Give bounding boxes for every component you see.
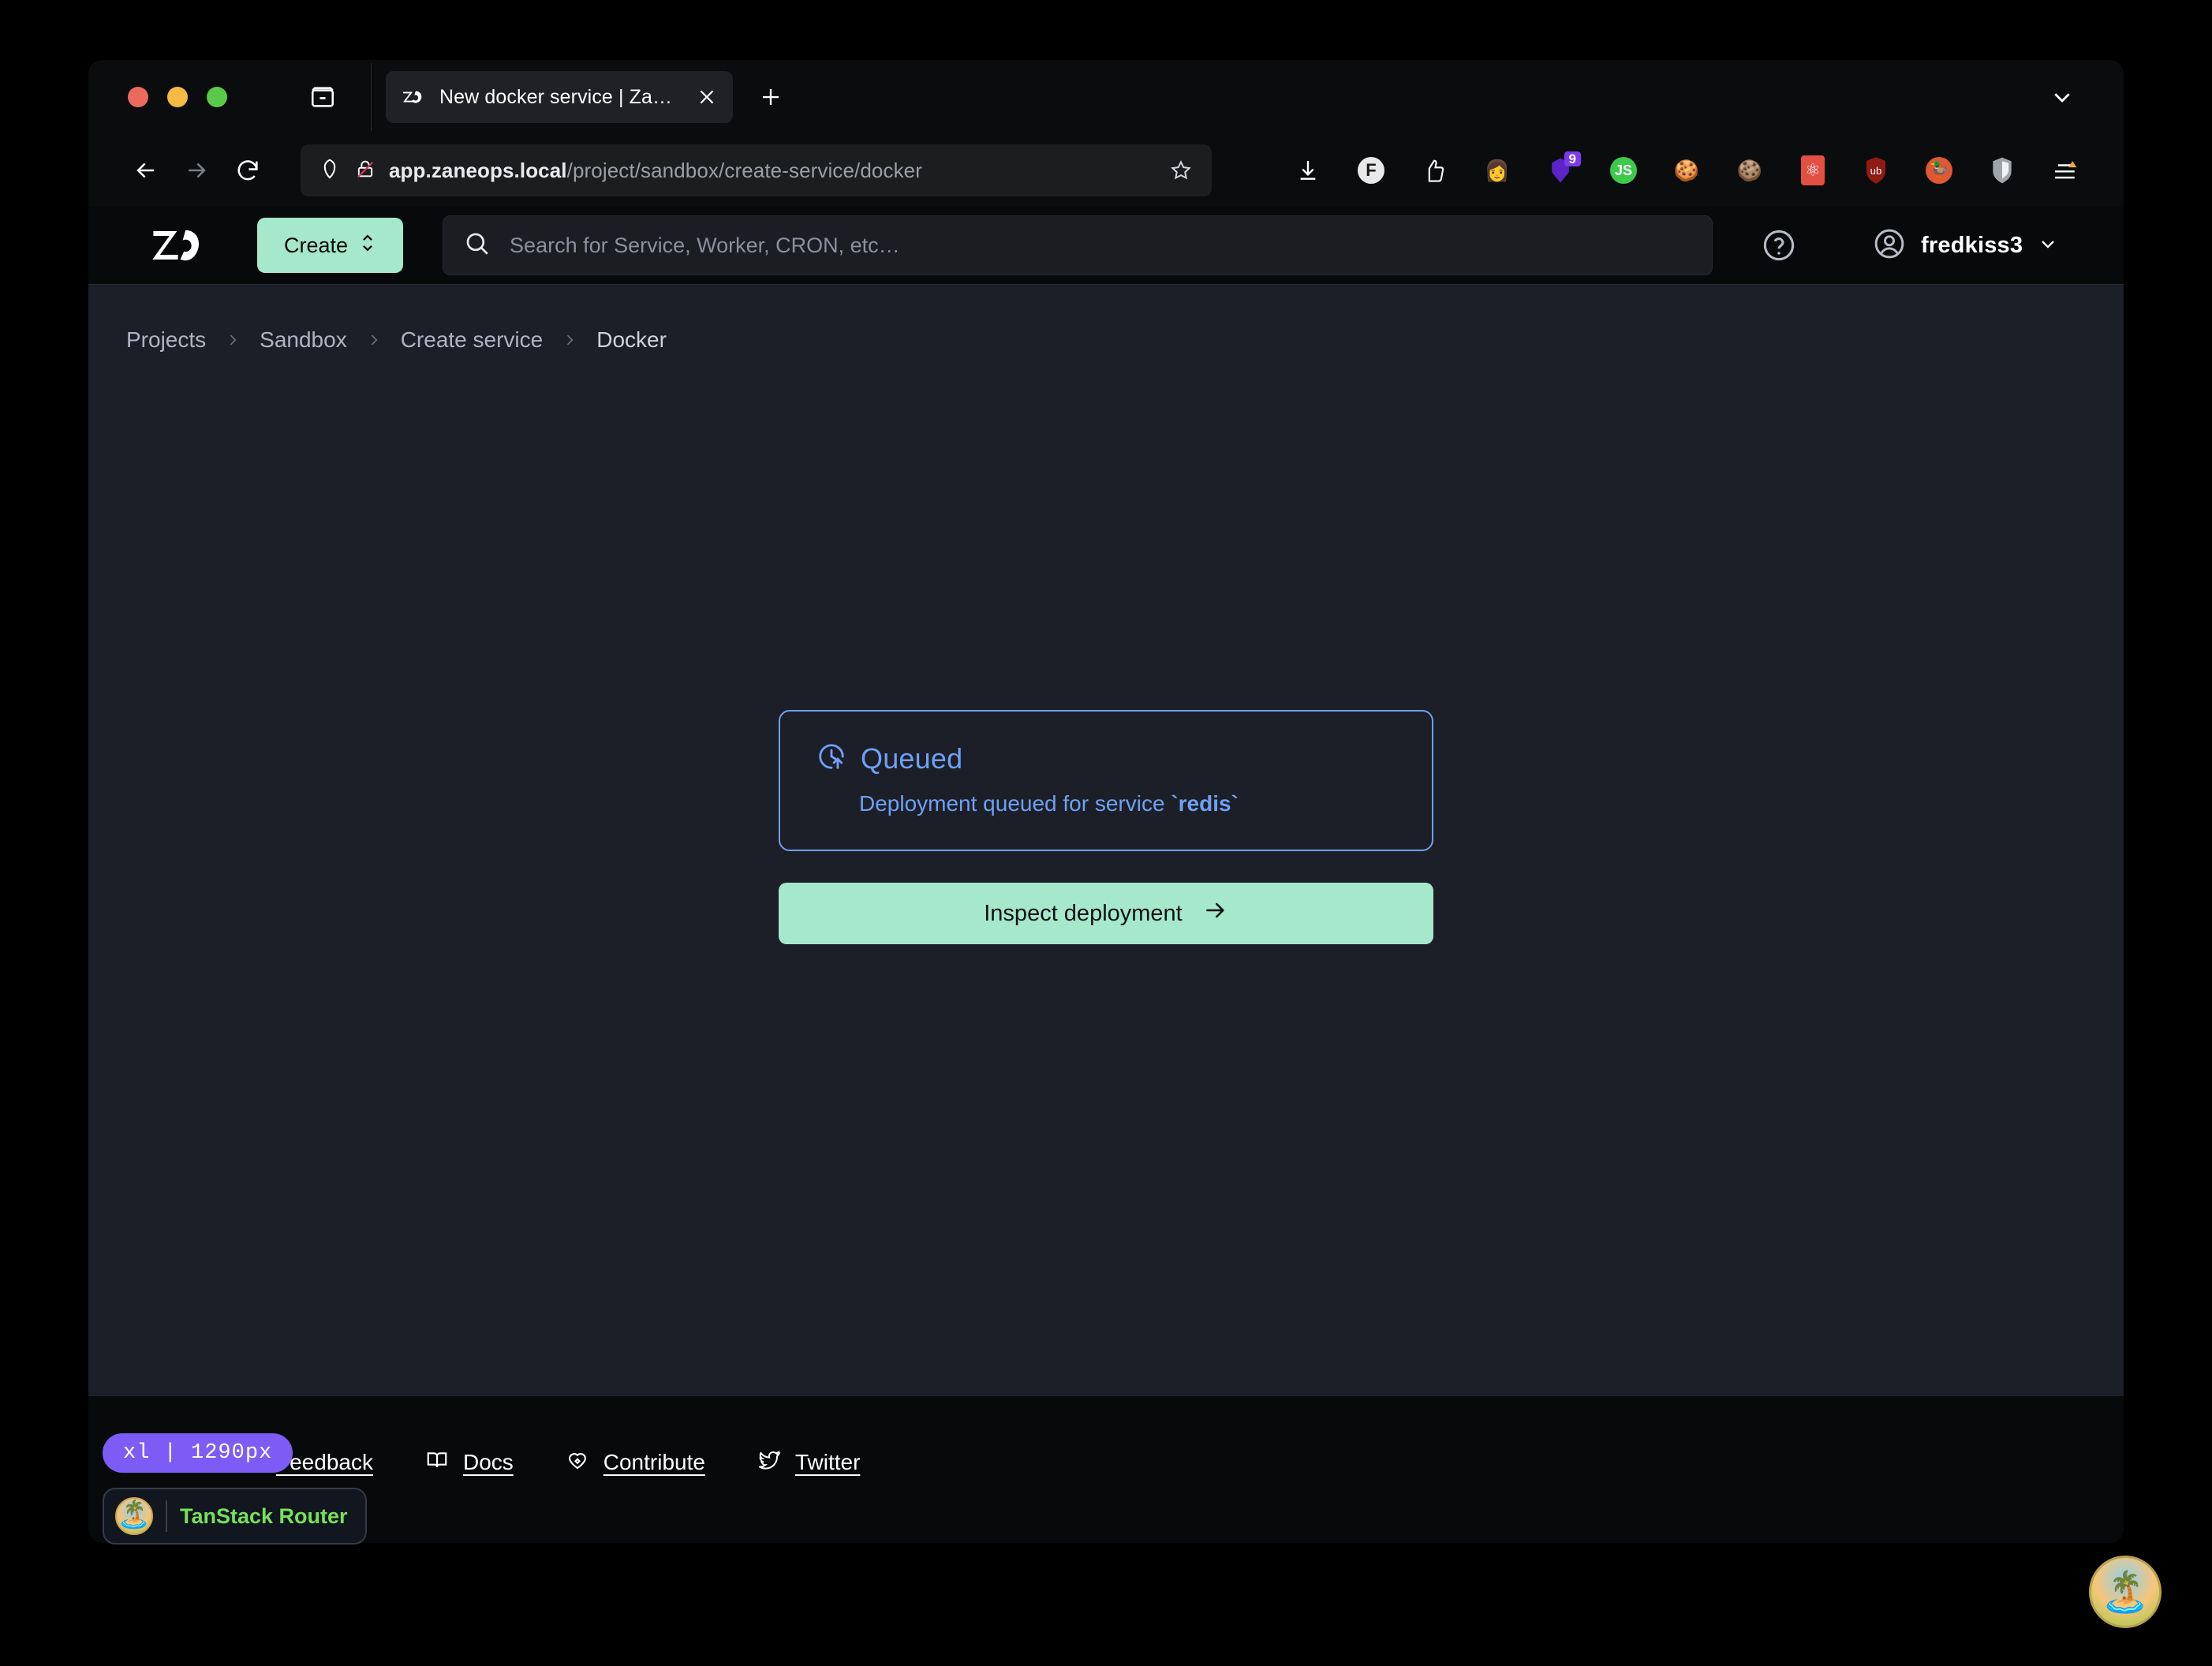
facebook-container-icon[interactable]: F [1357,156,1385,185]
search-input[interactable] [510,233,1692,258]
lock-broken-icon[interactable] [354,158,376,184]
status-description: Deployment queued for service `redis` [859,791,1396,816]
footer-link-label: Twitter [794,1449,861,1474]
close-window-button[interactable] [128,87,148,107]
zaneops-favicon [403,85,425,109]
downloads-icon[interactable] [1294,156,1322,185]
app-header: Create Search for Service, Worker, CRON,… [88,207,2124,284]
menu-icon[interactable] [2051,156,2079,185]
tabstrip-divider [371,63,372,131]
sidebar-toggle-icon[interactable] [305,79,341,115]
chevron-right-icon [366,332,382,348]
react-devtools-icon[interactable]: ⚛ [1799,155,1827,185]
minimize-window-button[interactable] [167,87,188,107]
browser-toolbar: app.zaneops.local/project/sandbox/create… [88,134,2124,207]
browser-tabstrip: New docker service | ZaneOps [88,60,2124,134]
search-icon [464,230,491,261]
zaneops-logo[interactable] [151,226,213,264]
chevron-down-icon [2037,233,2059,259]
chevron-right-icon [225,332,241,348]
sponsorblock-icon[interactable] [1420,156,1448,185]
breadcrumb-item-projects[interactable]: Projects [126,327,206,353]
footer-link-docs[interactable]: Docs [425,1448,514,1476]
new-tab-button[interactable] [753,80,788,114]
tanstack-logo: 🏝️ [115,1497,153,1535]
status-card-header: Queued [816,741,1396,775]
breakpoint-badge: xl | 1290px [103,1433,293,1473]
tanstack-logo-glyph: 🏝️ [117,1500,151,1530]
bitwarden-badge-count: 9 [1564,151,1581,166]
breadcrumb-item-docker: Docker [596,327,667,352]
book-open-icon [425,1448,449,1476]
inspect-deployment-button[interactable]: Inspect deployment [779,883,1433,944]
shield-icon[interactable] [318,157,342,185]
tanstack-router-badge[interactable]: 🏝️ TanStack Router [103,1488,367,1545]
question-circle-icon[interactable] [1758,225,1799,266]
footer-link-label: Contribute [603,1449,705,1474]
user-circle-icon [1872,226,1907,265]
arrow-right-icon [1203,898,1228,929]
breadcrumb-item-create-service[interactable]: Create service [401,327,544,353]
chevron-right-icon [562,332,577,348]
create-button[interactable]: Create [257,218,404,273]
create-button-label: Create [284,233,349,257]
main-content: Projects Sandbox Create service Docker Q… [88,284,2124,1396]
svg-text:ub: ub [1870,165,1882,177]
url-text: app.zaneops.local/project/sandbox/create… [389,159,1153,183]
arrow-left-icon[interactable] [128,148,164,193]
cookie-autodelete-icon[interactable]: 🍪 [1736,156,1764,185]
badge-divider [166,1500,167,1532]
breadcrumb-item-sandbox[interactable]: Sandbox [260,327,347,353]
maximize-window-button[interactable] [207,87,227,107]
status-service-name: `redis` [1171,791,1239,816]
privacy-badger-icon[interactable] [1988,156,2016,185]
tanstack-devtools-fab[interactable]: 🏝️ [2089,1556,2162,1628]
app-footer: Feedback Docs Contribute Twitter [88,1396,2124,1543]
javascript-toggle-icon[interactable]: JS [1609,156,1638,185]
chevron-down-icon[interactable] [2045,80,2079,114]
deployment-status-area: Queued Deployment queued for service `re… [88,353,2124,1396]
url-host: app.zaneops.local [388,158,567,182]
browser-window: New docker service | ZaneOps [88,60,2124,1543]
browser-tab[interactable]: New docker service | ZaneOps [386,71,733,123]
clock-arrow-up-icon [816,741,846,775]
duckduckgo-privacy-icon[interactable]: 🦆 [1925,156,1953,185]
address-bar[interactable]: app.zaneops.local/project/sandbox/create… [300,144,1212,196]
user-menu[interactable]: fredkiss3 [1872,226,2059,265]
extension-tray: F 👩 9 JS 🍪 🍪 ⚛ ub 🦆 [1276,151,2097,185]
avatar-extension-icon[interactable]: 👩 [1483,156,1511,185]
zaneops-app: Create Search for Service, Worker, CRON,… [88,207,2124,1543]
bitwarden-icon[interactable]: 9 [1546,151,1581,185]
arrow-right-icon[interactable] [178,148,215,193]
inspect-deployment-label: Inspect deployment [984,900,1183,926]
tanstack-router-label: TanStack Router [180,1504,348,1528]
twitter-icon [757,1448,781,1476]
status-title: Queued [861,741,963,775]
footer-link-label: Docs [462,1449,514,1474]
search-bar[interactable] [443,215,1713,275]
heart-handshake-icon [566,1448,589,1476]
tanstack-fab-glyph: 🏝️ [2100,1570,2150,1614]
footer-link-contribute[interactable]: Contribute [566,1448,705,1476]
username-label: fredkiss3 [1921,232,2023,258]
status-description-prefix: Deployment queued for service [859,791,1171,816]
close-icon[interactable] [695,84,719,110]
status-card: Queued Deployment queued for service `re… [779,710,1433,851]
footer-link-twitter[interactable]: Twitter [757,1448,860,1476]
cookie-manager-icon[interactable]: 🍪 [1672,156,1701,185]
url-path: /project/sandbox/create-service/docker [566,158,922,182]
reload-icon[interactable] [230,148,266,193]
chevron-up-down-icon [359,232,376,260]
footer-links: Feedback Docs Contribute Twitter [238,1448,912,1476]
star-icon[interactable] [1166,155,1196,185]
breadcrumb: Projects Sandbox Create service Docker [88,285,2124,353]
tab-title: New docker service | ZaneOps [439,85,681,108]
window-traffic-lights [112,87,227,107]
ublock-origin-icon[interactable]: ub [1862,156,1890,185]
